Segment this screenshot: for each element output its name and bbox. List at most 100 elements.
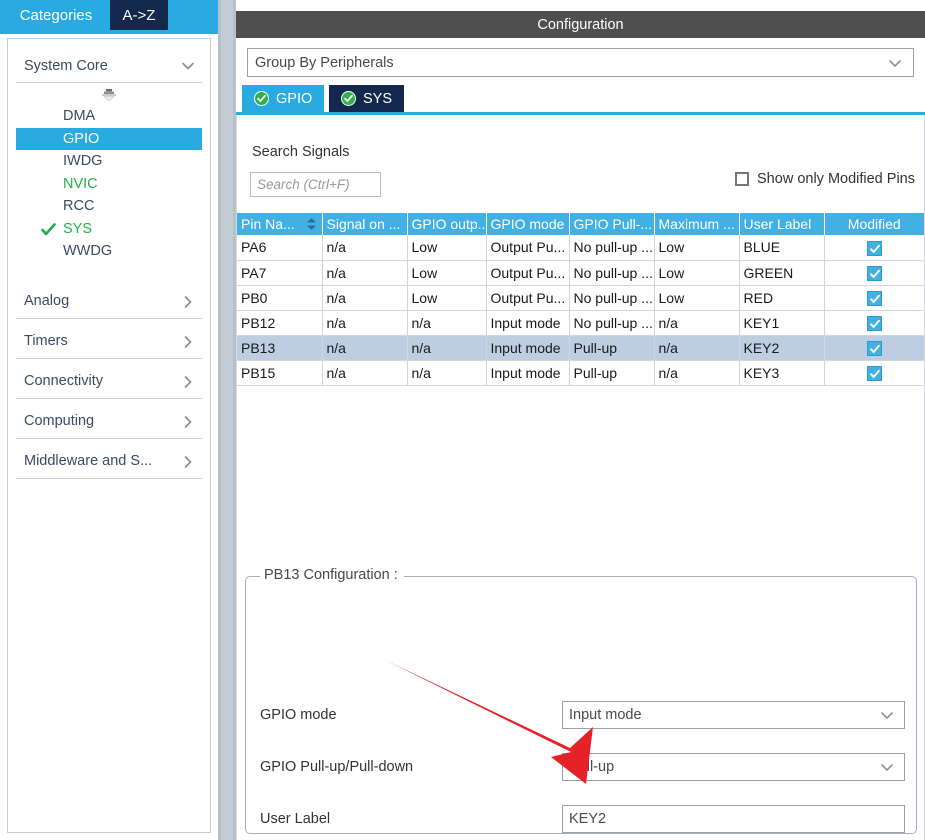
- cell-output: Low: [407, 285, 486, 310]
- show-only-modified-pins-checkbox[interactable]: Show only Modified Pins: [735, 171, 915, 187]
- cell-signal: n/a: [322, 310, 407, 335]
- table-row[interactable]: PB15 n/a n/a Input mode Pull-up n/a KEY3: [237, 360, 924, 385]
- configuration-title: Configuration: [236, 11, 925, 38]
- column-header-gpio-mode[interactable]: GPIO mode: [486, 213, 569, 235]
- column-header-signal-on[interactable]: Signal on ...: [322, 213, 407, 235]
- table-row[interactable]: PA7 n/a Low Output Pu... No pull-up ... …: [237, 260, 924, 285]
- peripheral-item-iwdg-label: IWDG: [63, 153, 102, 169]
- show-only-modified-pins-label: Show only Modified Pins: [757, 171, 915, 187]
- peripheral-item-rcc[interactable]: RCC: [8, 195, 210, 218]
- peripheral-item-wwdg[interactable]: WWDG: [8, 240, 210, 263]
- column-header-maximum[interactable]: Maximum ...: [654, 213, 739, 235]
- column-header-gpio-pull[interactable]: GPIO Pull-...: [569, 213, 654, 235]
- pin-configuration-legend: PB13 Configuration :: [260, 567, 404, 583]
- column-header-gpio-output[interactable]: GPIO outp...: [407, 213, 486, 235]
- cell-pin: PB0: [237, 285, 322, 310]
- user-label-value: KEY2: [563, 811, 904, 827]
- cell-user-label: BLUE: [739, 235, 824, 260]
- cell-mode: Input mode: [486, 360, 569, 385]
- check-circle-icon: [341, 91, 356, 106]
- cell-modified[interactable]: [824, 335, 924, 360]
- cell-signal: n/a: [322, 335, 407, 360]
- table-row[interactable]: PB0 n/a Low Output Pu... No pull-up ... …: [237, 285, 924, 310]
- gpio-pull-select[interactable]: Pull-up: [562, 753, 905, 781]
- group-by-select[interactable]: Group By Peripherals: [247, 48, 914, 77]
- peripheral-tabstrip: GPIO SYS: [236, 85, 925, 112]
- gpio-mode-select[interactable]: Input mode: [562, 701, 905, 729]
- chevron-down-icon: [879, 708, 895, 722]
- cell-pin: PB12: [237, 310, 322, 335]
- sidebar-category-connectivity[interactable]: Connectivity: [16, 365, 202, 399]
- cell-user-label: KEY3: [739, 360, 824, 385]
- search-input[interactable]: Search (Ctrl+F): [250, 172, 381, 197]
- cell-signal: n/a: [322, 260, 407, 285]
- sidebar-category-middleware[interactable]: Middleware and S...: [16, 445, 202, 479]
- cell-maximum: Low: [654, 285, 739, 310]
- user-label-input[interactable]: KEY2: [562, 805, 905, 833]
- cell-pin: PA6: [237, 235, 322, 260]
- cell-pin: PA7: [237, 260, 322, 285]
- peripheral-item-iwdg[interactable]: IWDG: [8, 150, 210, 173]
- panel-splitter[interactable]: [218, 0, 236, 840]
- tab-categories-label: Categories: [20, 7, 93, 24]
- gpio-pull-value: Pull-up: [563, 759, 879, 775]
- cell-modified[interactable]: [824, 260, 924, 285]
- chevron-right-icon: [180, 335, 196, 349]
- cell-maximum: n/a: [654, 335, 739, 360]
- peripheral-list-scroll-up[interactable]: [8, 85, 210, 105]
- column-header-pin-name-label: Pin Na...: [241, 216, 295, 232]
- cell-output: Low: [407, 235, 486, 260]
- peripheral-item-gpio[interactable]: GPIO: [16, 128, 202, 151]
- tab-categories[interactable]: Categories: [6, 0, 106, 30]
- field-gpio-mode: GPIO mode Input mode: [246, 701, 918, 729]
- cell-modified[interactable]: [824, 360, 924, 385]
- sidebar-category-analog[interactable]: Analog: [16, 285, 202, 319]
- panel-splitter-handle[interactable]: [221, 0, 233, 840]
- sidebar-category-timers[interactable]: Timers: [16, 325, 202, 359]
- sidebar-spacer: [8, 263, 210, 279]
- app-window: Categories A->Z System Core: [0, 0, 925, 840]
- cell-mode: Input mode: [486, 335, 569, 360]
- table-row[interactable]: PB12 n/a n/a Input mode No pull-up ... n…: [237, 310, 924, 335]
- column-header-pin-name[interactable]: Pin Na...: [237, 213, 322, 235]
- tab-sys[interactable]: SYS: [329, 85, 404, 112]
- configuration-panel: Configuration Group By Peripherals GPIO: [236, 0, 925, 840]
- tab-a-to-z[interactable]: A->Z: [110, 0, 168, 30]
- sidebar-category-system-core[interactable]: System Core: [16, 49, 202, 83]
- cell-output: n/a: [407, 310, 486, 335]
- sidebar-category-timers-label: Timers: [16, 333, 68, 349]
- peripheral-item-dma[interactable]: DMA: [8, 105, 210, 128]
- configuration-title-label: Configuration: [537, 17, 623, 33]
- cell-modified[interactable]: [824, 310, 924, 335]
- sidebar-category-computing[interactable]: Computing: [16, 405, 202, 439]
- peripheral-item-wwdg-label: WWDG: [63, 243, 112, 259]
- cell-modified[interactable]: [824, 235, 924, 260]
- cell-maximum: n/a: [654, 360, 739, 385]
- tab-a-to-z-label: A->Z: [123, 7, 156, 24]
- chevron-right-icon: [180, 415, 196, 429]
- cell-modified[interactable]: [824, 285, 924, 310]
- tab-sys-label: SYS: [363, 91, 392, 107]
- table-row[interactable]: PB13 n/a n/a Input mode Pull-up n/a KEY2: [237, 335, 924, 360]
- checkbox-checked-icon: [867, 316, 882, 331]
- field-gpio-pull-label: GPIO Pull-up/Pull-down: [260, 759, 413, 775]
- cell-pull: No pull-up ...: [569, 235, 654, 260]
- column-header-modified[interactable]: Modified: [824, 213, 924, 235]
- cell-pin: PB15: [237, 360, 322, 385]
- checkbox-unchecked-icon: [735, 172, 749, 186]
- peripheral-item-nvic[interactable]: NVIC: [8, 173, 210, 196]
- chevron-right-icon: [180, 375, 196, 389]
- sidebar-tabstrip: Categories A->Z: [0, 0, 218, 30]
- tab-gpio[interactable]: GPIO: [242, 85, 324, 112]
- column-header-user-label[interactable]: User Label: [739, 213, 824, 235]
- column-header-gpio-mode-label: GPIO mode: [491, 216, 565, 232]
- cell-output: n/a: [407, 335, 486, 360]
- table-row[interactable]: PA6 n/a Low Output Pu... No pull-up ... …: [237, 235, 924, 260]
- cell-signal: n/a: [322, 235, 407, 260]
- search-signals-label: Search Signals: [252, 144, 350, 160]
- tab-gpio-label: GPIO: [276, 91, 312, 107]
- peripheral-item-sys[interactable]: SYS: [8, 218, 210, 241]
- column-header-modified-label: Modified: [848, 216, 901, 232]
- cell-pin: PB13: [237, 335, 322, 360]
- chevron-right-icon: [180, 455, 196, 469]
